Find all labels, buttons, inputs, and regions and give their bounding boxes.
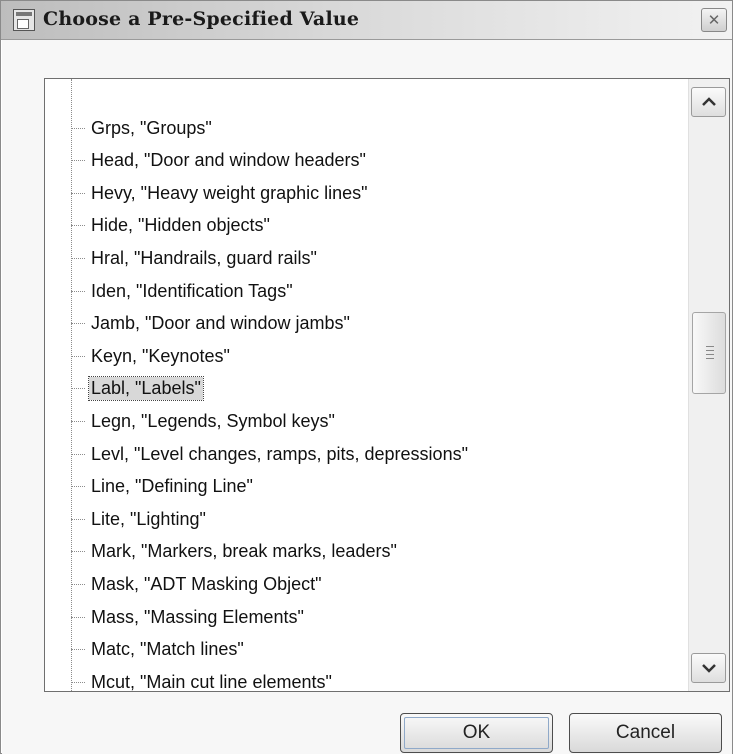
tree-branch-line [71,257,85,259]
tree-branch-line [71,420,85,422]
tree-branch-line [71,127,85,129]
dialog-title: Choose a Pre-Specified Value [43,8,360,30]
app-icon [13,9,35,31]
dialog-body: Grps, "Groups" Head, "Door and window hea… [2,40,732,754]
dialog-window: Choose a Pre-Specified Value ✕ Grps, "Gr… [0,0,733,754]
list-item-label: Grps, "Groups" [91,117,212,138]
list-item-label: Mark, "Markers, break marks, leaders" [91,541,397,562]
list-item[interactable]: Mark, "Markers, break marks, leaders" [71,538,399,566]
title-bar[interactable]: Choose a Pre-Specified Value ✕ [1,1,732,40]
tree-branch-line [71,551,85,553]
list-item[interactable]: Hevy, "Heavy weight graphic lines" [71,179,370,207]
list-item-label: Hevy, "Heavy weight graphic lines" [91,182,368,203]
list-item[interactable]: Line, "Defining Line" [71,473,255,501]
value-list[interactable]: Grps, "Groups" Head, "Door and window hea… [44,78,730,692]
vertical-scrollbar[interactable] [688,79,729,691]
list-item-label: Keyn, "Keynotes" [91,345,230,366]
tree-view[interactable]: Grps, "Groups" Head, "Door and window hea… [45,79,688,691]
list-item[interactable]: Grps, "Groups" [71,114,214,142]
tree-branch-line [71,323,85,325]
tree-branch-line [71,649,85,651]
list-item-label: Hral, "Handrails, guard rails" [91,247,317,268]
list-item-label: Head, "Door and window headers" [91,150,366,171]
list-item-label: Mcut, "Main cut line elements" [91,671,332,691]
tree-branch-line [71,192,85,194]
list-item[interactable]: Hral, "Handrails, guard rails" [71,244,319,272]
list-item[interactable]: Jamb, "Door and window jambs" [71,310,352,338]
list-item[interactable]: Levl, "Level changes, ramps, pits, depre… [71,440,470,468]
list-item[interactable]: Keyn, "Keynotes" [71,342,232,370]
list-item-label: Iden, "Identification Tags" [91,280,293,301]
scroll-thumb[interactable] [692,312,726,394]
list-item[interactable]: Legn, "Legends, Symbol keys" [71,407,337,435]
list-item-label: Matc, "Match lines" [91,639,244,660]
list-item[interactable]: Labl, "Labels" [71,375,204,403]
grip-icon [706,346,714,360]
list-item[interactable]: Iden, "Identification Tags" [71,277,295,305]
list-item[interactable]: Head, "Door and window headers" [71,147,368,175]
list-item-label: Levl, "Level changes, ramps, pits, depre… [91,443,468,464]
chevron-up-icon [701,97,716,106]
list-item[interactable]: Mass, "Massing Elements" [71,603,306,631]
list-item-label: Legn, "Legends, Symbol keys" [91,410,335,431]
list-item-label: Labl, "Labels" [88,376,204,402]
tree-branch-line [71,453,85,455]
tree-branch-line [71,355,85,357]
tree-branch-line [71,681,85,683]
list-item-label: Hide, "Hidden objects" [91,215,270,236]
list-item-label: Line, "Defining Line" [91,476,253,497]
list-item[interactable]: Mask, "ADT Masking Object" [71,570,324,598]
tree-branch-line [71,160,85,162]
list-item[interactable]: Lite, "Lighting" [71,505,208,533]
list-item-label: Mask, "ADT Masking Object" [91,573,322,594]
ok-button[interactable]: OK [400,713,553,753]
chevron-down-icon [701,664,716,673]
close-icon: ✕ [707,10,721,29]
tree-branch-line [71,616,85,618]
tree-branch-line [71,518,85,520]
list-item[interactable]: Hide, "Hidden objects" [71,212,272,240]
tree-branch-line [71,388,85,390]
cancel-button[interactable]: Cancel [569,713,722,753]
tree-branch-line [71,225,85,227]
list-item[interactable]: Matc, "Match lines" [71,636,246,664]
list-item-label: Jamb, "Door and window jambs" [91,313,350,334]
tree-branch-line [71,583,85,585]
scroll-down-button[interactable] [691,653,726,683]
list-item-label: Lite, "Lighting" [91,508,206,529]
close-button[interactable]: ✕ [701,8,727,32]
tree-branch-line [71,290,85,292]
list-item-label: Mass, "Massing Elements" [91,606,304,627]
list-item[interactable]: Mcut, "Main cut line elements" [71,668,334,691]
scroll-up-button[interactable] [691,87,726,117]
tree-branch-line [71,486,85,488]
